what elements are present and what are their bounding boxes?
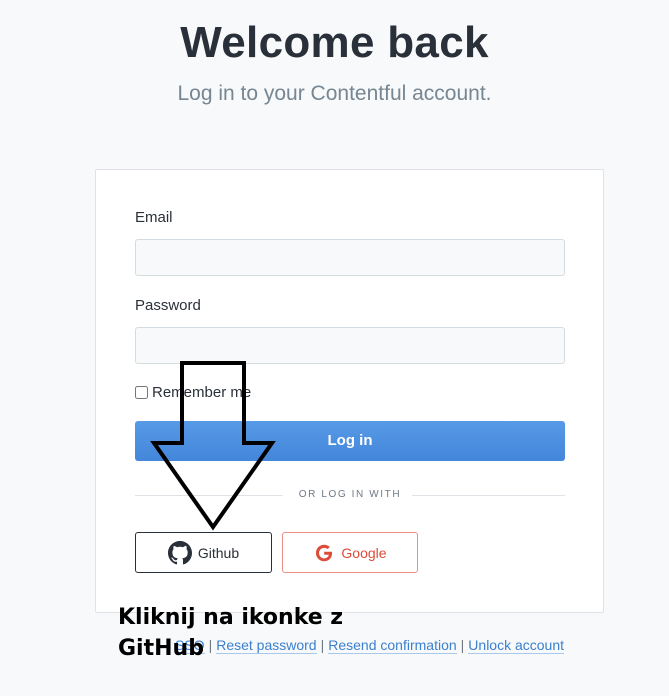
google-icon — [313, 542, 335, 564]
email-field[interactable] — [135, 239, 565, 276]
resend-confirmation-link[interactable]: Resend confirmation — [328, 637, 457, 654]
remember-me-checkbox[interactable] — [135, 386, 148, 399]
annotation-line-2: GitHub — [118, 636, 204, 661]
google-login-button[interactable]: Google — [282, 532, 418, 573]
link-separator: | — [460, 637, 465, 653]
password-label: Password — [135, 297, 201, 314]
annotation-note: Kliknij na ikonke z GitHub — [118, 602, 343, 664]
password-field[interactable] — [135, 327, 565, 364]
github-login-button[interactable]: Github — [135, 532, 272, 573]
annotation-line-1: Kliknij na ikonke z — [118, 605, 344, 630]
unlock-account-link[interactable]: Unlock account — [468, 637, 565, 654]
github-label: Github — [197, 544, 240, 561]
github-icon — [167, 540, 192, 565]
down-arrow-icon — [150, 361, 276, 531]
email-label: Email — [135, 209, 173, 226]
page-title: Welcome back — [180, 18, 489, 67]
page-subtitle: Log in to your Contentful account. — [177, 82, 492, 105]
google-label: Google — [341, 544, 387, 561]
divider-line-right — [412, 495, 565, 496]
